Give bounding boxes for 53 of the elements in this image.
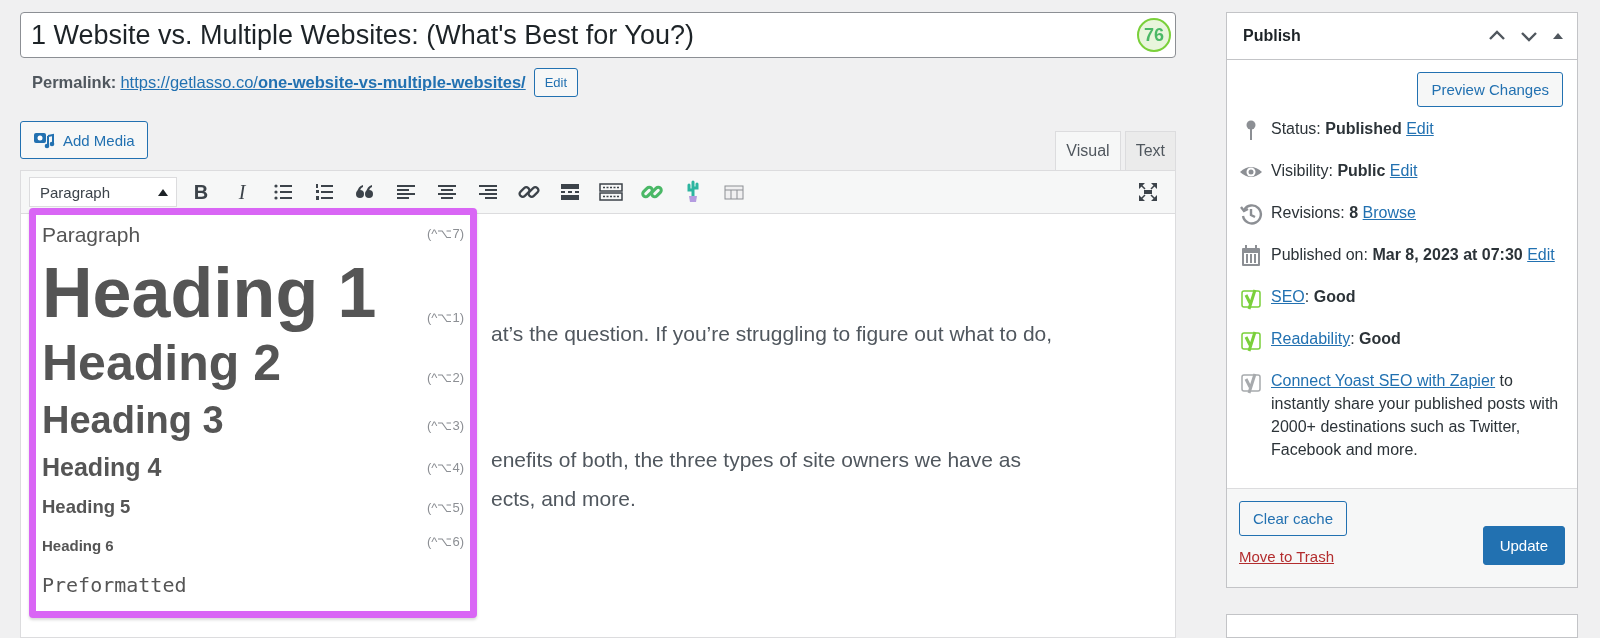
add-media-button[interactable]: Add Media [20, 121, 148, 159]
publish-link[interactable]: Browse [1362, 204, 1416, 221]
toolbar-toggle-icon [599, 180, 623, 204]
permalink-label: Permalink: [32, 73, 117, 92]
history-icon [1239, 202, 1263, 226]
publish-info-text: Published on: Mar 8, 2023 at 07:30 Edit [1271, 245, 1555, 265]
shortcut-label: (^⌥6) [427, 534, 464, 549]
shortcut-label: (^⌥1) [427, 310, 464, 325]
shortcut-label: (^⌥2) [427, 370, 464, 385]
shortcut-label: (^⌥3) [427, 418, 464, 433]
clear-cache-button[interactable]: Clear cache [1239, 501, 1348, 536]
media-icon [33, 130, 55, 150]
body-text: at’s the question. If you’re struggling to figure out what to do, [491, 321, 1054, 347]
publish-info-text: Status: Published Edit [1271, 119, 1434, 139]
format-option[interactable]: Heading 4 [42, 447, 162, 487]
publish-link[interactable]: Edit [1527, 246, 1555, 263]
update-button[interactable]: Update [1482, 526, 1565, 565]
shortcut-label: (^⌥5) [427, 500, 464, 515]
publish-link[interactable]: SEO [1271, 288, 1305, 305]
publish-info-text: Revisions: 8 Browse [1271, 203, 1416, 223]
format-select[interactable]: Paragraph [29, 177, 177, 207]
score-badge: 76 [1137, 18, 1171, 52]
format-option[interactable]: Heading 1 [42, 253, 377, 333]
editor-tab[interactable]: Text [1124, 131, 1176, 170]
calendar-icon [1239, 244, 1263, 268]
preview-changes-button[interactable]: Preview Changes [1417, 72, 1563, 107]
permalink-link[interactable]: https://getlasso.co/one-website-vs-multiple-websites/ [120, 73, 526, 92]
bold-button[interactable]: B [185, 176, 217, 208]
body-text: enefits of both, the three types of site owners we have as [491, 447, 1022, 473]
shortcut-label: (^⌥4) [427, 460, 464, 475]
shortcut-label: (^⌥7) [427, 225, 464, 241]
publish-link[interactable]: Edit [1389, 162, 1418, 179]
italic-button[interactable]: I [226, 176, 258, 208]
publish-info-text: Readability: Good [1271, 329, 1401, 349]
format-option[interactable]: Heading 5 [42, 487, 131, 527]
publish-link[interactable]: Edit [1406, 120, 1434, 137]
format-option[interactable]: Heading 6 [42, 527, 114, 565]
format-option[interactable]: Heading 2 [42, 333, 281, 393]
publish-link[interactable]: Readability [1271, 330, 1351, 347]
publish-info-text: Connect Yoast SEO with Zapier to instantly share your published posts with 2000+ destinations such as Twitter, Facebook and more. [1271, 371, 1560, 460]
format-option[interactable]: Paragraph [42, 219, 141, 247]
move-to-trash-link[interactable]: Move to Trash [1239, 548, 1335, 565]
publish-info-text: SEO: Good [1271, 287, 1356, 307]
fullscreen-icon [1136, 180, 1160, 204]
format-option[interactable]: Heading 3 [42, 393, 224, 447]
publish-link[interactable]: Connect Yoast SEO with Zapier [1271, 372, 1496, 389]
edit-button[interactable]: Edit [533, 68, 579, 97]
title-field[interactable]: 1 Website vs. Multiple Websites: (What's Best for You?) 76 [20, 12, 1176, 58]
body-text: ects, and more. [491, 486, 637, 512]
panel-title: Publish [1243, 27, 1301, 45]
publish-info-text: Visibility: Public Edit [1271, 161, 1418, 181]
editor-tab[interactable]: Visual [1055, 131, 1121, 170]
format-option[interactable]: Preformatted [42, 565, 187, 605]
